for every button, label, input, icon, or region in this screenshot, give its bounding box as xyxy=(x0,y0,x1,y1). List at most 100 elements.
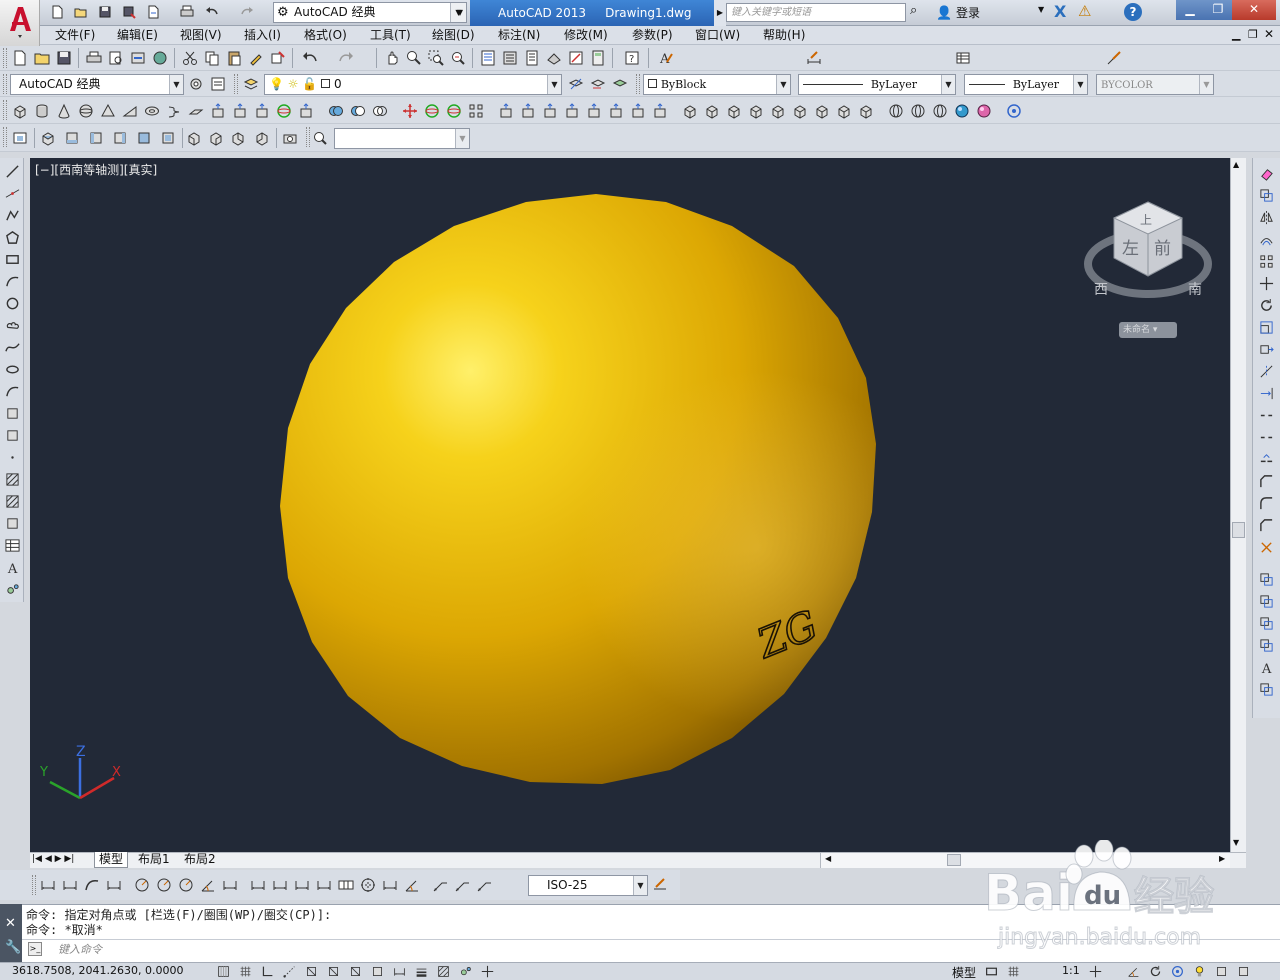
ordinate-dim-icon[interactable] xyxy=(104,875,124,895)
viewcube-top[interactable]: 上 xyxy=(1140,213,1152,227)
quickcalc-icon[interactable] xyxy=(588,48,608,68)
layer-combo[interactable]: 💡 ☼ 🔓 0 ▼ xyxy=(264,74,562,95)
save-icon[interactable] xyxy=(96,3,114,21)
loft-icon[interactable] xyxy=(296,101,316,121)
dimstyle-manager-icon[interactable] xyxy=(650,875,670,895)
redo-icon[interactable] xyxy=(238,3,256,21)
zoom-previous-icon[interactable] xyxy=(448,48,468,68)
mirror-icon[interactable] xyxy=(1257,208,1275,226)
rotate-icon[interactable] xyxy=(1257,296,1275,314)
pan-icon[interactable] xyxy=(382,48,402,68)
plot-preview-icon[interactable] xyxy=(106,48,126,68)
tolerance-icon[interactable] xyxy=(336,875,356,895)
dynamic-ucs-icon[interactable] xyxy=(368,963,386,979)
viewport-controls-label[interactable]: [−][西南等轴测][真实] xyxy=(35,161,157,178)
rectangle-icon[interactable] xyxy=(3,250,21,268)
layer-state-icon[interactable] xyxy=(610,74,630,94)
subtract-icon[interactable] xyxy=(348,101,368,121)
layer-properties-icon[interactable] xyxy=(241,74,261,94)
draworder-front-icon[interactable] xyxy=(1257,570,1275,588)
insert-block-icon[interactable] xyxy=(3,404,21,422)
separate-icon[interactable] xyxy=(702,101,722,121)
object-snap-tracking-icon[interactable] xyxy=(346,963,364,979)
angular-dim-icon[interactable] xyxy=(198,875,218,895)
imprint-icon[interactable] xyxy=(680,101,700,121)
mleader-style-icon[interactable] xyxy=(1104,48,1124,68)
ellipse-icon[interactable] xyxy=(3,360,21,378)
offset-icon[interactable] xyxy=(1257,230,1275,248)
sheet-set-icon[interactable] xyxy=(544,48,564,68)
ortho-mode-icon[interactable] xyxy=(258,963,276,979)
menu-insert[interactable]: 插入(I) xyxy=(244,26,281,45)
polyline-icon[interactable] xyxy=(3,206,21,224)
dim-break-icon[interactable] xyxy=(314,875,334,895)
break-icon[interactable] xyxy=(1257,428,1275,446)
auto-scale-icon[interactable] xyxy=(1146,963,1164,979)
annotation-scale[interactable]: 1:1 xyxy=(1062,964,1080,977)
vertical-scroll-thumb[interactable] xyxy=(1232,522,1245,538)
ucs-combo[interactable]: ▼ xyxy=(334,128,470,149)
exchange-icon[interactable]: X xyxy=(1054,2,1074,22)
baseline-dim-icon[interactable] xyxy=(248,875,268,895)
grid-display-icon[interactable] xyxy=(236,963,254,979)
design-center-icon[interactable] xyxy=(500,48,520,68)
doc-close-icon[interactable]: ✕ xyxy=(1264,27,1274,41)
ucs-icon[interactable] xyxy=(310,128,330,148)
close-button[interactable]: ✕ xyxy=(1232,0,1276,20)
visual-style-wire-icon[interactable] xyxy=(908,101,928,121)
close-command-icon[interactable]: ✕ xyxy=(5,916,16,931)
transparency-icon[interactable] xyxy=(434,963,452,979)
quick-properties-icon[interactable] xyxy=(456,963,474,979)
table-style-icon[interactable] xyxy=(954,48,974,68)
workspace-quick-combo[interactable]: ⚙ AutoCAD 经典 ▼ xyxy=(273,2,467,23)
undo-icon[interactable] xyxy=(203,3,221,21)
se-iso-view-icon[interactable] xyxy=(206,128,226,148)
radius-dim-icon[interactable] xyxy=(132,875,152,895)
taper-faces-icon[interactable] xyxy=(606,101,626,121)
menu-parameters[interactable]: 参数(P) xyxy=(632,26,673,45)
polar-tracking-icon[interactable] xyxy=(280,963,298,979)
top-view-icon[interactable] xyxy=(38,128,58,148)
shell-icon[interactable] xyxy=(724,101,744,121)
tab-layout1[interactable]: 布局1 xyxy=(134,852,174,868)
plot-icon[interactable] xyxy=(178,3,196,21)
center-mark-icon[interactable] xyxy=(358,875,378,895)
rotate-faces-icon[interactable] xyxy=(584,101,604,121)
clean-screen-icon[interactable] xyxy=(1234,963,1252,979)
flatshot-icon[interactable] xyxy=(856,101,876,121)
save-as-icon[interactable] xyxy=(120,3,138,21)
dim-text-edit-icon[interactable] xyxy=(452,875,472,895)
fillet-icon[interactable] xyxy=(1257,494,1275,512)
jogged-dim-icon[interactable] xyxy=(154,875,174,895)
named-views-icon[interactable] xyxy=(10,128,30,148)
text-style-icon[interactable]: A xyxy=(656,48,676,68)
layout-nav-buttons[interactable]: |◀ ◀ ▶ ▶| xyxy=(32,854,74,864)
cut-icon[interactable] xyxy=(180,48,200,68)
copy-icon[interactable] xyxy=(202,48,222,68)
array-3d-icon[interactable] xyxy=(466,101,486,121)
hatch-to-back-icon[interactable] xyxy=(1257,680,1275,698)
join-icon[interactable] xyxy=(1257,450,1275,468)
circle-icon[interactable] xyxy=(3,294,21,312)
pan-status-icon[interactable] xyxy=(1086,963,1104,979)
extend-icon[interactable] xyxy=(1257,384,1275,402)
menu-window[interactable]: 窗口(W) xyxy=(695,26,740,45)
menu-file[interactable]: 文件(F) xyxy=(55,26,95,45)
array-icon[interactable] xyxy=(1257,252,1275,270)
menu-format[interactable]: 格式(O) xyxy=(304,26,347,45)
new-icon[interactable] xyxy=(48,3,66,21)
scroll-down-icon[interactable]: ▼ xyxy=(1233,838,1239,847)
command-window-handle[interactable]: ✕ 🔧 xyxy=(0,904,22,962)
diameter-dim-icon[interactable] xyxy=(176,875,196,895)
blend-curves-icon[interactable] xyxy=(1257,516,1275,534)
help-toolbar-icon[interactable]: ? xyxy=(622,48,642,68)
visual-style-hidden-icon[interactable] xyxy=(930,101,950,121)
presspull-icon[interactable] xyxy=(230,101,250,121)
dim-update-icon[interactable] xyxy=(474,875,494,895)
move-3d-icon[interactable] xyxy=(400,101,420,121)
zoom-window-icon[interactable] xyxy=(426,48,446,68)
add-selected-icon[interactable] xyxy=(3,580,21,598)
quick-view-layouts-icon[interactable] xyxy=(982,963,1000,979)
right-view-icon[interactable] xyxy=(110,128,130,148)
menu-edit[interactable]: 编辑(E) xyxy=(117,26,158,45)
